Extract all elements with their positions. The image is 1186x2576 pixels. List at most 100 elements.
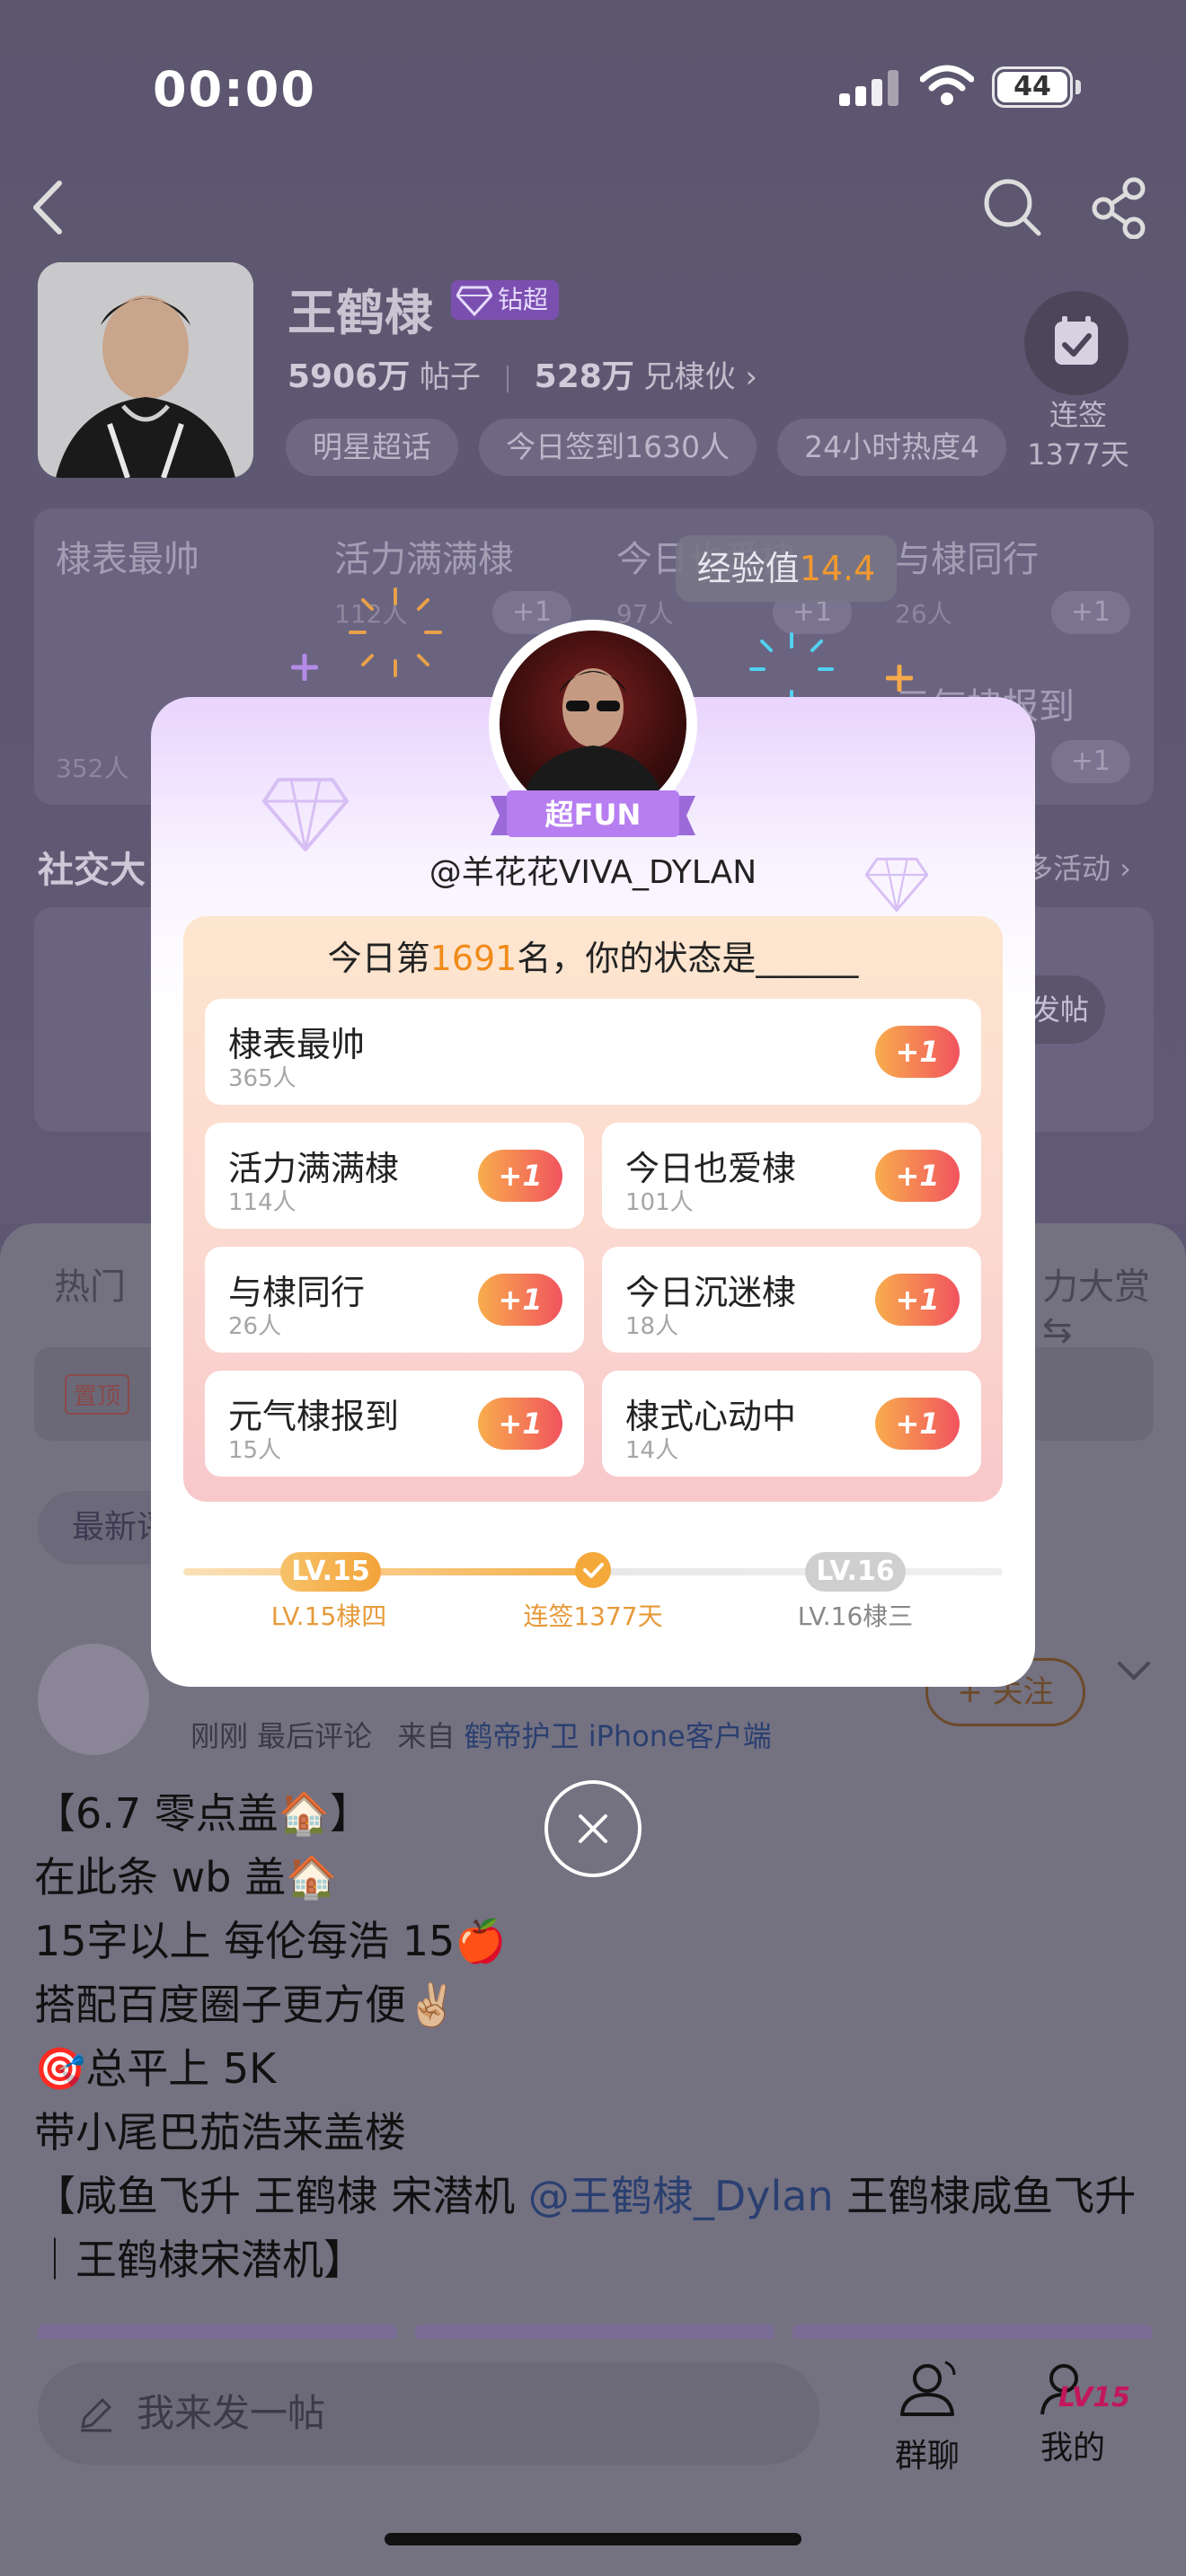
grid-item-count: 352人 [56,754,129,783]
plus-one-button[interactable]: +1 [1051,591,1130,634]
diamond-deco-icon [262,778,349,851]
rank-prefix: 今日第 [327,939,430,978]
plus-sparkle-icon [886,665,913,692]
pinned-tag: 置顶 [65,1374,130,1415]
status-option[interactable]: 与棣同行 26人 +1 [205,1247,584,1353]
streak-check-icon [575,1552,611,1588]
plus-one-button[interactable]: +1 [875,1398,960,1450]
post-line: 🎯总平上 5K [34,2044,277,2093]
level-progress-remaining [593,1568,1003,1575]
post-source[interactable]: 鹤帝护卫 iPhone客户端 [465,1719,772,1753]
status-option-title: 今日也爱棣 [625,1149,797,1188]
status-option[interactable]: 今日也爱棣 101人 +1 [602,1123,981,1229]
checkin-streak: 连签 1377天 [1006,395,1150,474]
exp-value: 14.4 [799,549,876,588]
post-time: 刚刚 最后评论 [190,1719,373,1753]
level-current-pill: LV.15 [280,1552,381,1592]
battery-level: 44 [997,72,1067,102]
status-option-count: 114人 [228,1189,296,1216]
level-next-caption: LV.16棣三 [797,1601,914,1631]
user-handle: @羊花花VIVA_DYLAN [429,854,757,891]
chip-heat[interactable]: 24小时热度4 [777,419,1007,476]
grid-item-count: 26人 [895,599,952,629]
search-icon[interactable] [981,176,1044,239]
chevron-right-icon: › [745,359,758,395]
status-option-count: 101人 [625,1189,694,1216]
ribbon-label: 超FUN [544,798,642,832]
profile-chips: 明星超话 今日签到1630人 24小时热度4 [286,419,1022,476]
mine-icon: LV15 [1019,2359,1130,2422]
status-option[interactable]: 棣表最帅 365人 +1 [205,999,981,1105]
grid-item-title: 活力满满棣 [334,539,514,580]
plus-sparkle-icon [291,654,318,681]
status-option-title: 元气棣报到 [228,1397,400,1436]
post-line: 搭配百度圈子更方便✌🏼 [34,1981,458,2029]
status-bar: 00:00 44 [0,54,1186,118]
swap-icon: ⇆ [1042,1310,1073,1351]
mine-button[interactable]: LV15 我的 [1019,2359,1130,2468]
close-button[interactable] [544,1780,642,1877]
exp-label: 经验值 [696,549,800,588]
post-mention-link[interactable]: @王鹤棣_Dylan [528,2172,834,2220]
checkin-button[interactable] [1024,291,1128,395]
pencil-icon [81,2398,111,2432]
status-option-title: 棣表最帅 [228,1025,366,1064]
mine-label: 我的 [1040,2430,1105,2466]
status-option-count: 14人 [625,1437,679,1464]
profile-name: 王鹤棣 [288,285,433,341]
group-chat-label: 群聊 [894,2438,960,2475]
chip-category[interactable]: 明星超话 [286,419,458,476]
status-option[interactable]: 活力满满棣 114人 +1 [205,1123,584,1229]
post-author-avatar[interactable] [38,1644,149,1755]
profile-stats: 5906万 帖子 528万 兄棣伙 › [288,350,757,397]
status-option-count: 365人 [228,1065,296,1092]
group-chat-button[interactable]: 群聊 [873,2359,981,2476]
close-icon [579,1814,607,1843]
battery-icon: 44 [992,66,1081,108]
stats-divider [506,365,509,393]
status-option[interactable]: 元气棣报到 15人 +1 [205,1371,584,1477]
chip-checkins[interactable]: 今日签到1630人 [479,419,757,476]
plus-one-button[interactable]: +1 [478,1398,562,1450]
top-nav [0,176,1186,248]
status-option-title: 棣式心动中 [625,1397,797,1436]
status-option[interactable]: 今日沉迷棣 18人 +1 [602,1247,981,1353]
rank-number: 1691 [429,939,518,978]
level-progress-filled [183,1568,593,1575]
plus-one-button[interactable]: +1 [875,1274,960,1326]
plus-one-button[interactable]: +1 [1051,740,1130,783]
share-icon[interactable] [1089,176,1152,239]
level-current-caption: LV.15棣四 [270,1601,387,1631]
status-option-title: 活力满满棣 [228,1149,400,1188]
post-from-label: 来自 [397,1719,456,1753]
super-badge[interactable]: 钻超 [451,280,560,320]
chevron-down-icon[interactable] [1116,1658,1152,1685]
rank-suffix: 名，你的状态是______ [517,939,859,978]
plus-one-button[interactable]: +1 [478,1150,562,1202]
mine-level-badge: LV15 [1058,2382,1130,2413]
composer-placeholder: 我来发一帖 [137,2391,326,2435]
status-option-title: 与棣同行 [228,1273,366,1312]
exp-gain-toast: 经验值14.4 [676,535,897,602]
status-option-count: 26人 [228,1313,282,1340]
post-line-tail: 【咸鱼飞升 王鹤棣 宋潜机 @王鹤棣_Dylan 王鹤棣咸鱼飞升｜王鹤棣宋潜机】 [34,2165,1157,2292]
tab-awards[interactable]: 力大赏 ⇆ [1042,1257,1186,1351]
fans-label[interactable]: 兄棣伙 [644,359,736,395]
tab-awards-label: 力大赏 [1042,1266,1150,1308]
plus-one-button[interactable]: +1 [875,1150,960,1202]
wifi-icon [920,65,974,105]
status-option-count: 18人 [625,1313,679,1340]
composer-input[interactable]: 我来发一帖 [38,2362,819,2465]
streak-caption: 连签1377天 [523,1601,663,1631]
status-option-count: 15人 [228,1437,282,1464]
plus-one-button[interactable]: +1 [875,1026,960,1078]
status-option[interactable]: 棣式心动中 14人 +1 [602,1371,981,1477]
tab-hot[interactable]: 热门 [54,1257,126,1310]
grid-item-title: 与棣同行 [895,539,1039,580]
status-option-title: 今日沉迷棣 [625,1273,797,1312]
super-badge-label: 钻超 [498,285,549,314]
profile-avatar[interactable] [38,262,253,478]
plus-one-button[interactable]: +1 [478,1274,562,1326]
back-arrow-icon[interactable] [27,176,72,239]
home-indicator [385,2533,801,2545]
